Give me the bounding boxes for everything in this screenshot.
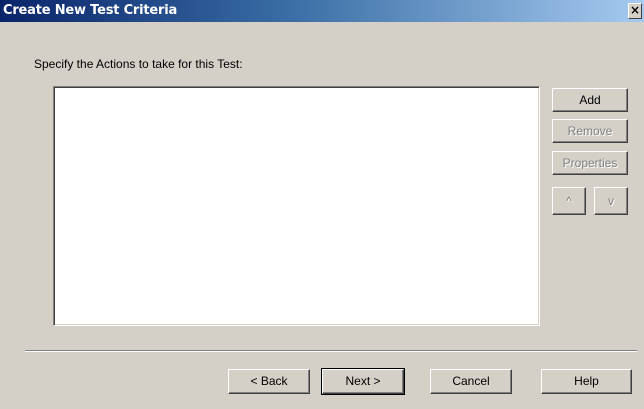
move-down-button[interactable]: v	[594, 187, 628, 215]
move-up-button[interactable]: ^	[552, 187, 586, 215]
properties-button[interactable]: Properties	[552, 151, 628, 175]
help-button[interactable]: Help	[541, 369, 632, 394]
instruction-label: Specify the Actions to take for this Tes…	[34, 57, 243, 71]
close-icon[interactable]: ×	[628, 3, 642, 19]
cancel-button[interactable]: Cancel	[430, 369, 512, 394]
title-bar[interactable]: Create New Test Criteria ×	[0, 0, 644, 22]
remove-button[interactable]: Remove	[552, 119, 628, 143]
back-button[interactable]: < Back	[228, 369, 310, 394]
next-button[interactable]: Next >	[321, 368, 405, 395]
add-button[interactable]: Add	[552, 88, 628, 112]
separator	[25, 350, 637, 352]
window-title: Create New Test Criteria	[3, 3, 178, 18]
actions-listbox[interactable]	[53, 86, 540, 326]
